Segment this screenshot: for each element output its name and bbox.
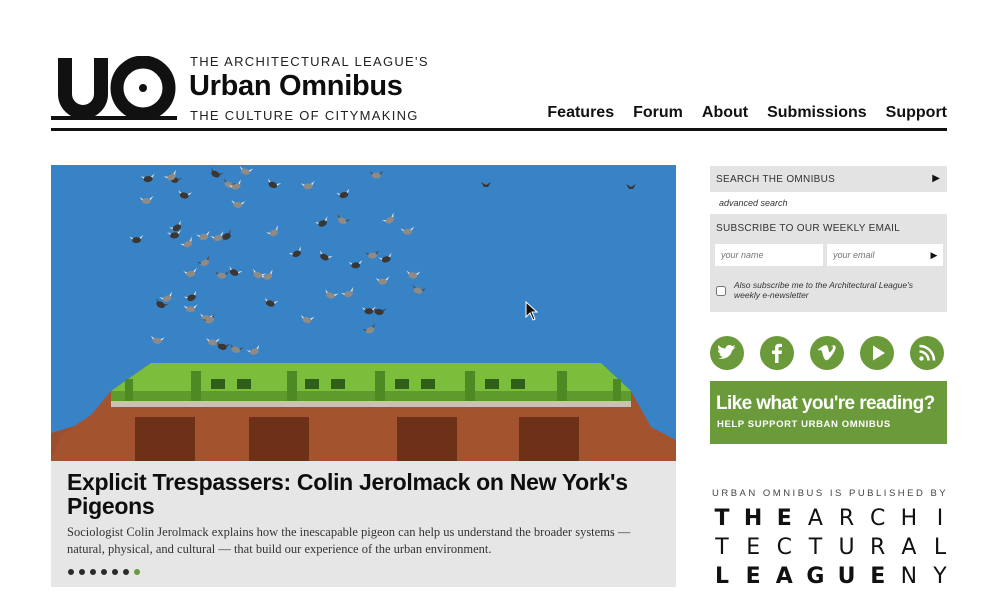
league-logo-letter: A <box>775 564 793 589</box>
league-logo-letter: T <box>714 506 730 531</box>
vimeo-icon[interactable] <box>810 336 844 370</box>
slide-dot[interactable] <box>112 569 118 575</box>
league-logo-row: LEAGUENY <box>712 562 950 591</box>
league-logo-letter: H <box>900 506 918 531</box>
mouse-cursor-icon <box>525 301 539 321</box>
league-logo-letter: Y <box>933 564 947 589</box>
nav-support[interactable]: Support <box>886 104 947 122</box>
advanced-search-link[interactable]: advanced search <box>719 198 788 208</box>
site-title[interactable]: Urban Omnibus <box>189 70 403 103</box>
triangle-right-icon: ▶ <box>932 173 940 184</box>
league-logo-letter: I <box>936 506 944 531</box>
social-links <box>710 336 947 372</box>
twitter-icon[interactable] <box>710 336 744 370</box>
league-newsletter-checkbox[interactable] <box>716 286 726 296</box>
main-nav: Features Forum About Submissions Support <box>547 104 947 122</box>
facebook-icon[interactable] <box>760 336 794 370</box>
urban-omnibus-logo-mark[interactable] <box>51 56 177 120</box>
slide-dot[interactable] <box>134 569 140 575</box>
nav-features[interactable]: Features <box>547 104 614 122</box>
league-logo-letter: R <box>870 535 886 560</box>
league-logo-letter: U <box>837 564 856 589</box>
youtube-play-icon[interactable] <box>860 336 894 370</box>
rss-icon[interactable] <box>910 336 944 370</box>
architectural-league-logo[interactable]: THEARCHITECTURALLEAGUENY <box>712 504 950 591</box>
search-label: SEARCH THE OMNIBUS <box>716 174 836 185</box>
league-logo-letter: T <box>808 535 823 560</box>
subscribe-submit-button[interactable]: ▶ <box>925 244 943 266</box>
header-divider <box>51 128 947 131</box>
league-logo-letter: G <box>806 564 825 589</box>
league-newsletter-label: Also subscribe me to the Architectural L… <box>734 280 913 300</box>
subscribe-label: SUBSCRIBE TO OUR WEEKLY EMAIL <box>716 223 901 234</box>
support-banner[interactable]: Like what you're reading? HELP SUPPORT U… <box>710 381 947 444</box>
nav-submissions[interactable]: Submissions <box>767 104 867 122</box>
slide-dot[interactable] <box>123 569 129 575</box>
slide-dots <box>68 569 140 575</box>
league-logo-row: TECTURAL <box>712 533 950 562</box>
feature-summary: Sociologist Colin Jerolmack explains how… <box>67 525 631 556</box>
subscribe-form: SUBSCRIBE TO OUR WEEKLY EMAIL ▶ Also sub… <box>710 214 947 312</box>
slide-dot[interactable] <box>79 569 85 575</box>
league-logo-letter: C <box>776 535 792 560</box>
league-logo-letter: E <box>745 564 761 589</box>
league-logo-letter: A <box>807 506 823 531</box>
slide-dot[interactable] <box>90 569 96 575</box>
league-logo-row: THEARCHI <box>712 504 950 533</box>
league-logo-letter: L <box>714 564 730 589</box>
league-logo-letter: A <box>901 535 917 560</box>
search-omnibus-toggle[interactable]: SEARCH THE OMNIBUS ▶ <box>710 166 947 192</box>
league-logo-letter: L <box>933 535 947 560</box>
published-by-label: URBAN OMNIBUS IS PUBLISHED BY <box>712 488 949 499</box>
feature-slideshow: Explicit Trespassers: Colin Jerolmack on… <box>51 165 676 587</box>
league-logo-letter: N <box>900 564 918 589</box>
league-logo-letter: E <box>776 506 792 531</box>
feature-image-pigeons[interactable] <box>51 165 676 461</box>
slide-dot[interactable] <box>101 569 107 575</box>
nav-forum[interactable]: Forum <box>633 104 683 122</box>
league-logo-letter: H <box>743 506 763 531</box>
feature-title[interactable]: Explicit Trespassers: Colin Jerolmack on… <box>67 470 667 518</box>
name-input[interactable] <box>715 244 823 266</box>
league-logo-letter: T <box>715 535 729 560</box>
league-logo-letter: R <box>838 506 855 531</box>
league-logo-letter: C <box>870 506 886 531</box>
site-tagline: THE CULTURE OF CITYMAKING <box>190 108 419 123</box>
support-subtext: HELP SUPPORT URBAN OMNIBUS <box>717 419 891 430</box>
email-input[interactable] <box>827 244 925 266</box>
league-line: THE ARCHITECTURAL LEAGUE'S <box>190 54 429 69</box>
league-logo-letter: U <box>838 535 855 560</box>
league-logo-letter: E <box>870 564 886 589</box>
nav-about[interactable]: About <box>702 104 748 122</box>
slide-dot[interactable] <box>68 569 74 575</box>
league-logo-letter: E <box>746 535 761 560</box>
support-headline: Like what you're reading? <box>716 393 935 414</box>
